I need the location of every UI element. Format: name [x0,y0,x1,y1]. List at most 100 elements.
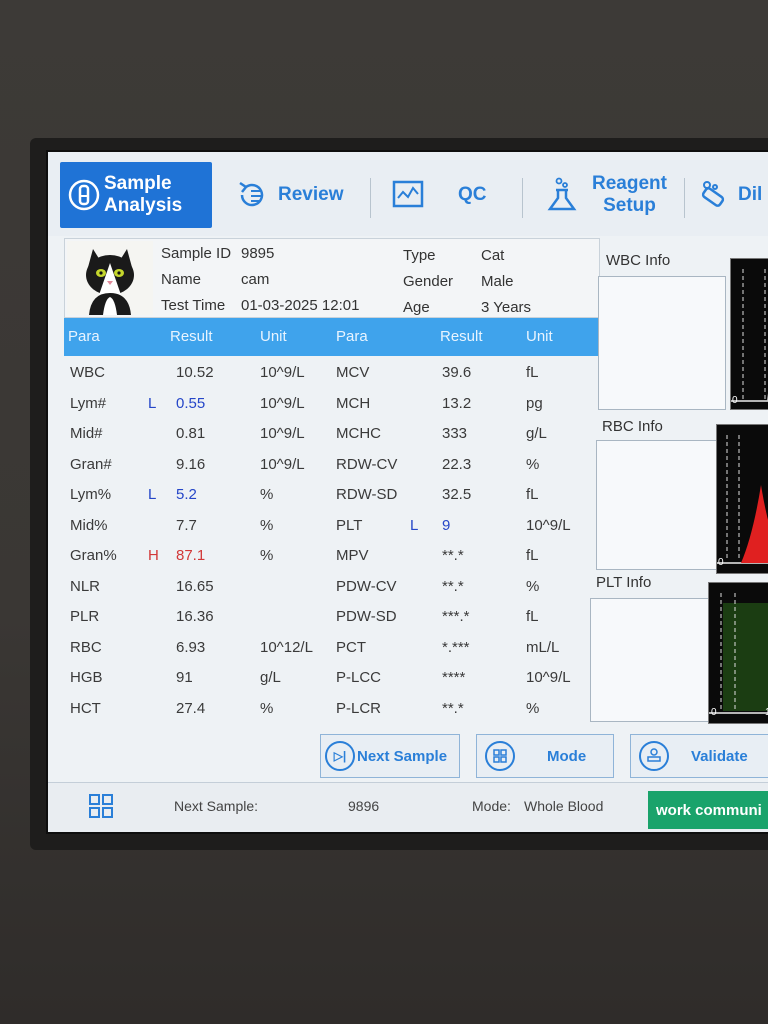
result-value: 5.2 [176,486,197,503]
unit: 10^12/L [260,638,313,656]
param-name: PDW-CV [336,577,397,595]
unit: fL [526,547,539,564]
flag: L [410,516,419,534]
type-value: Cat [481,247,505,264]
nav-dilution[interactable]: Dil [694,162,762,228]
nav-label-line2: Setup [603,195,656,216]
next-sample-status-value: 9896 [348,798,380,814]
nav-sample-analysis[interactable]: Sample Analysis [60,162,212,228]
param-name: Mid# [70,425,103,442]
test-tube-icon [64,175,104,215]
param-name: WBC [70,364,105,381]
gender-value: Male [481,273,514,290]
unit: 10^9/L [260,425,305,442]
notice-text: work communi [656,801,762,819]
result-value: 22.3 [442,455,472,473]
param-name: PLT [336,516,363,534]
chart-monitor-icon [388,175,428,215]
plt-axis-zero: 0 [711,707,717,718]
mode-label: Mode [547,747,587,765]
result-value: 27.4 [176,699,206,717]
nav-label-line1: Sample [104,173,172,194]
flask-icon [542,175,582,215]
unit: fL [526,486,539,503]
rbc-histogram: 0 [716,424,768,574]
gender-label: Gender [403,273,454,290]
age-label: Age [403,299,430,316]
flag: L [148,394,157,412]
param-name: Lym% [70,486,112,503]
unit: g/L [526,425,547,442]
param-name: P-LCR [336,699,382,717]
stamp-icon [639,741,669,771]
bubbles-icon [694,175,734,215]
param-name: HCT [70,699,101,717]
param-name: NLR [70,577,101,595]
next-sample-button[interactable]: ▷| Next Sample [320,734,460,778]
result-value: ***.* [442,608,470,625]
result-value: 7.7 [176,516,197,534]
header-unit: Unit [260,328,287,345]
rbc-info-label: RBC Info [602,418,663,435]
top-nav: Sample Analysis Review QC Reagent Setup … [48,152,768,236]
nav-label-line1: Reagent [592,173,667,194]
unit: 10^9/L [260,364,305,381]
result-value: 32.5 [442,486,472,503]
mode-status-value: Whole Blood [524,798,604,814]
unit: % [526,455,540,473]
table-row: HGB 91 g/L P-LCC **** 10^9/L [64,663,598,693]
table-row: Gran# 9.16 10^9/L RDW-CV 22.3% [64,450,598,480]
nav-qc[interactable]: QC [388,162,487,228]
table-row: Mid% 7.7% PLT L 9 10^9/L [64,511,598,541]
skip-next-icon: ▷| [325,741,355,771]
result-value: 16.36 [176,608,214,625]
table-row: NLR 16.65 PDW-CV **.*% [64,572,598,602]
name-label: Name [161,271,202,288]
plt-info-panel [590,598,712,722]
table-row: RBC 6.93 10^12/L PCT *.*** mL/L [64,633,598,663]
nav-reagent-setup[interactable]: Reagent Setup [542,162,667,228]
result-value: 9 [442,516,451,534]
validate-button[interactable]: Validate [630,734,768,778]
mode-status-label: Mode: [472,798,511,814]
param-name: PDW-SD [336,608,397,625]
mode-button[interactable]: Mode [476,734,614,778]
result-value: 6.93 [176,638,206,656]
wbc-info-panel [598,276,726,410]
param-name: Gran% [70,547,117,564]
result-value: 16.65 [176,577,214,595]
result-value: 13.2 [442,394,472,412]
unit: g/L [260,669,281,686]
nav-review[interactable]: Review [232,162,343,228]
param-name: MPV [336,547,369,564]
work-communication-notice[interactable]: work communi [648,791,768,829]
param-name: MCV [336,364,370,381]
param-name: RBC [70,638,102,656]
nav-divider [522,178,523,218]
wbc-info-label: WBC Info [606,252,671,269]
menu-grid-icon[interactable] [88,793,114,824]
table-row: Lym# L 0.55 10^9/L MCH 13.2 pg [64,389,598,419]
result-value: 0.55 [176,394,206,412]
nav-label-line2: Analysis [104,195,183,216]
test-time-value: 01-03-2025 12:01 [241,297,360,314]
table-row: HCT 27.4% P-LCR **.*% [64,694,598,724]
unit: fL [526,608,539,625]
param-name: Gran# [70,455,112,473]
result-value: 87.1 [176,547,206,564]
result-value: 333 [442,425,468,442]
unit: pg [526,394,543,412]
param-name: PCT [336,638,366,656]
validate-label: Validate [691,747,748,765]
wbc-histogram: 0 [730,258,768,410]
flag: L [148,486,157,503]
rbc-info-panel [596,440,722,570]
unit: % [260,547,274,564]
unit: % [526,699,540,717]
param-name: Lym# [70,394,107,412]
plt-info-label: PLT Info [596,574,652,591]
nav-label: QC [458,184,487,205]
param-name: MCH [336,394,371,412]
param-name: Mid% [70,516,108,534]
param-name: RDW-SD [336,486,398,503]
